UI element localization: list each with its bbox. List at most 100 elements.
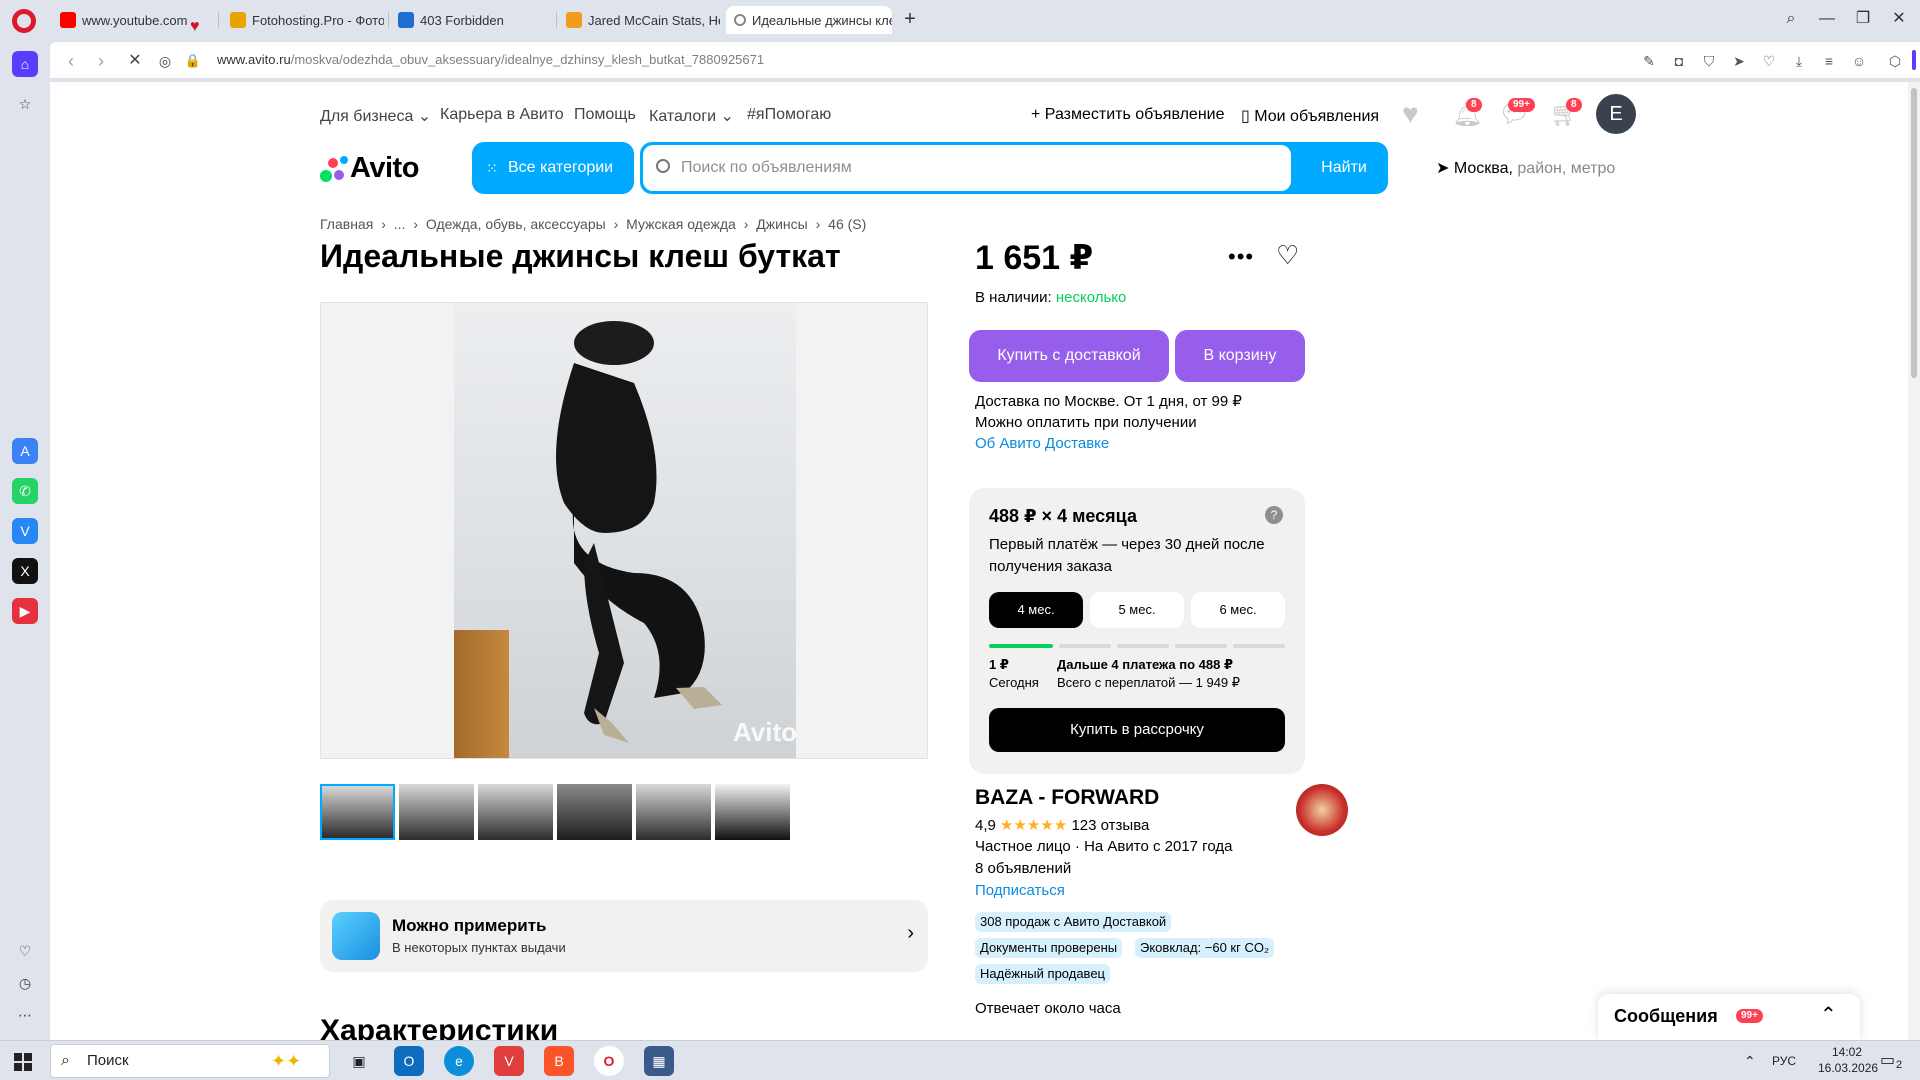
vivaldi-icon[interactable]: V (494, 1046, 524, 1076)
location-city: Москва, (1453, 160, 1513, 177)
close-window-button[interactable]: ✕ (1884, 6, 1914, 32)
nav-link-i-help[interactable]: #яПомогаю (747, 106, 831, 124)
breadcrumb-clothing[interactable]: Одежда, обувь, аксессуары (426, 216, 606, 232)
help-question-icon[interactable]: ? (1265, 506, 1283, 524)
edge-icon[interactable]: e (444, 1046, 474, 1076)
nav-link-career[interactable]: Карьера в Авито (440, 106, 564, 124)
thumbnail-3[interactable] (478, 784, 553, 840)
shield-icon[interactable]: ⛉ (1700, 52, 1718, 70)
forward-button[interactable]: › (90, 50, 112, 72)
term-5-months[interactable]: 5 мес. (1090, 592, 1184, 628)
opera-taskbar-icon[interactable]: O (594, 1046, 624, 1076)
scrollbar-thumb[interactable] (1911, 88, 1917, 378)
aria-icon[interactable]: A (12, 438, 38, 464)
clock-date[interactable]: 16.03.2026 (1818, 1061, 1878, 1075)
camera-icon[interactable]: ◘ (1670, 52, 1688, 70)
home-icon[interactable]: ⌂ (12, 51, 38, 77)
more-icon[interactable]: ⋯ (12, 1002, 38, 1028)
location-pin-icon[interactable]: ◎ (154, 50, 176, 72)
player-icon[interactable]: ▶ (12, 598, 38, 624)
nav-link-business[interactable]: Для бизнеса ⌄ (320, 106, 431, 126)
back-button[interactable]: ‹ (60, 50, 82, 72)
favorite-heart-icon[interactable]: ♡ (1276, 240, 1299, 271)
more-options-icon[interactable]: ••• (1228, 244, 1254, 270)
breadcrumb-mens[interactable]: Мужская одежда (626, 216, 736, 232)
star-icon[interactable]: ☆ (12, 91, 38, 117)
avito-logo[interactable]: Avito (350, 152, 419, 185)
term-6-months[interactable]: 6 мес. (1191, 592, 1285, 628)
breadcrumb-ellipsis[interactable]: ... (394, 216, 406, 232)
menu-icon[interactable]: ≡ (1820, 52, 1838, 70)
thumbnail-6[interactable] (715, 784, 790, 840)
vk-icon[interactable]: V (12, 518, 38, 544)
restore-button[interactable]: ❐ (1848, 6, 1878, 32)
tray-chevron-up-icon[interactable]: ⌃ (1744, 1053, 1756, 1070)
windows-start-icon[interactable] (14, 1053, 32, 1071)
page-scrollbar[interactable] (1908, 82, 1920, 1040)
chevron-up-icon[interactable]: ⌃ (1820, 1002, 1837, 1027)
brave-icon[interactable]: B (544, 1046, 574, 1076)
opera-logo-icon[interactable] (12, 9, 36, 33)
history-icon[interactable]: ◷ (12, 970, 38, 996)
user-avatar[interactable]: E (1596, 94, 1636, 134)
search-button[interactable]: Найти (1300, 142, 1388, 194)
nav-link-catalogs[interactable]: Каталоги ⌄ (649, 106, 734, 126)
subscribe-link[interactable]: Подписаться (975, 882, 1065, 899)
photo-gallery[interactable]: Avito (320, 302, 928, 759)
extensions-icon[interactable]: ⬡ (1886, 52, 1904, 70)
edit-icon[interactable]: ✎ (1640, 52, 1658, 70)
add-to-cart-button[interactable]: В корзину (1175, 330, 1305, 382)
tab-forbidden[interactable]: 403 Forbidden (390, 6, 552, 34)
buy-installment-button[interactable]: Купить в рассрочку (989, 708, 1285, 752)
minimize-button[interactable]: — (1812, 6, 1842, 32)
try-on-banner[interactable]: Можно примерить В некоторых пунктах выда… (320, 900, 928, 972)
thumbnail-4[interactable] (557, 784, 632, 840)
lock-icon[interactable]: 🔒 (182, 50, 204, 72)
outlook-icon[interactable]: O (394, 1046, 424, 1076)
url-field[interactable]: www.avito.ru/moskva/odezhda_obuv_aksessu… (217, 52, 764, 67)
task-view-icon[interactable]: ▣ (344, 1046, 374, 1076)
buy-with-delivery-button[interactable]: Купить с доставкой (969, 330, 1169, 382)
seller-name[interactable]: BAZA - FORWARD (975, 786, 1159, 810)
send-icon[interactable]: ➤ (1730, 52, 1748, 70)
tab-jared-mccain[interactable]: Jared McCain Stats, Heigh (558, 6, 720, 34)
thumbnail-1[interactable] (320, 784, 395, 840)
my-ads-link[interactable]: ▯ Мои объявления (1241, 106, 1379, 126)
heart-icon[interactable]: ♡ (1760, 52, 1778, 70)
breadcrumb-size[interactable]: 46 (S) (828, 216, 866, 232)
breadcrumb-jeans[interactable]: Джинсы (756, 216, 807, 232)
favorites-icon[interactable]: ♥ (1402, 98, 1419, 130)
search-input[interactable] (643, 145, 1291, 191)
breadcrumb-home[interactable]: Главная (320, 216, 373, 232)
seller-avatar[interactable] (1296, 784, 1348, 836)
thumbnail-2[interactable] (399, 784, 474, 840)
game-app-icon[interactable]: ▦ (644, 1046, 674, 1076)
thumbnail-5[interactable] (636, 784, 711, 840)
new-tab-button[interactable]: + (899, 9, 921, 31)
input-language[interactable]: РУС (1772, 1054, 1796, 1068)
taskbar-search[interactable]: ⌕ Поиск ✦✦ (50, 1044, 330, 1078)
download-icon[interactable]: ⤓ (1790, 52, 1808, 70)
main-photo[interactable] (454, 303, 796, 758)
stop-loading-button[interactable]: ✕ (124, 50, 146, 72)
nav-link-help[interactable]: Помощь (574, 106, 636, 124)
profile-icon[interactable]: ☺ (1850, 52, 1868, 70)
tab-fotohosting[interactable]: Fotohosting.Pro - Фотохо (222, 6, 384, 34)
seller-rating[interactable]: 4,9 ★★★★★ 123 отзыва (975, 816, 1149, 834)
about-delivery-link[interactable]: Об Авито Доставке (975, 435, 1109, 452)
seller-ads-count[interactable]: 8 объявлений (975, 860, 1071, 877)
heart-icon[interactable]: ♡ (12, 938, 38, 964)
term-4-months[interactable]: 4 мес. (989, 592, 1083, 628)
location-selector[interactable]: ➤ Москва, район, метро (1436, 158, 1615, 178)
tab-avito-active[interactable]: Идеальные джинсы клеш (726, 6, 892, 34)
x-icon[interactable]: X (12, 558, 38, 584)
clock-time[interactable]: 14:02 (1818, 1045, 1862, 1059)
whatsapp-icon[interactable]: ✆ (12, 478, 38, 504)
tab-youtube[interactable]: www.youtube.com (52, 6, 192, 34)
notification-center-icon[interactable]: ▭ (1880, 1050, 1895, 1070)
sidebar-toggle[interactable] (1912, 50, 1916, 70)
messages-panel[interactable]: Сообщения 99+ ⌃ (1598, 994, 1860, 1040)
all-categories-button[interactable]: ⁙ Все категории (472, 142, 634, 194)
post-ad-link[interactable]: + Разместить объявление (1031, 106, 1225, 124)
search-tabs-icon[interactable]: ⌕ (1776, 6, 1806, 32)
